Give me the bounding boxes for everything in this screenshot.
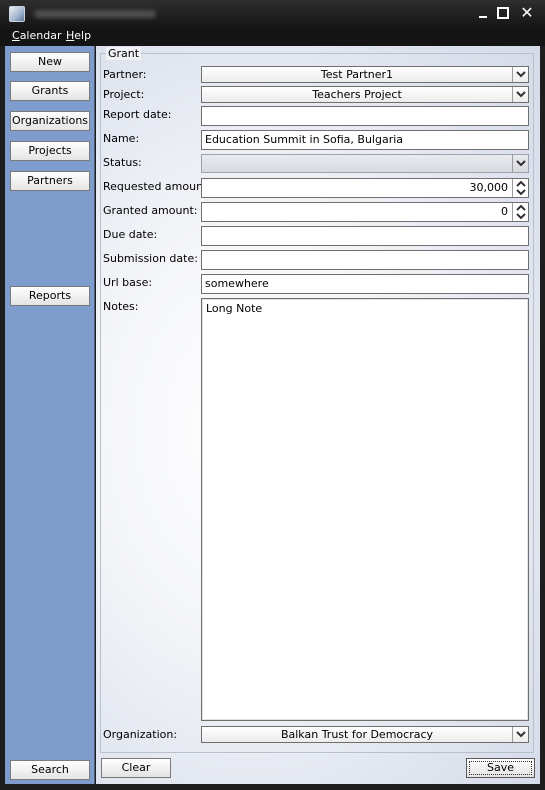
search-button[interactable]: Search [10,760,90,780]
notes-label: Notes: [103,300,139,313]
window-title-obscured [34,10,156,18]
sidebar: New Grants Organizations Projects Partne… [5,46,95,784]
requested-amount-spinner[interactable]: 30,000 [201,178,529,198]
status-label: Status: [103,156,142,169]
chevron-down-icon[interactable] [512,87,528,102]
status-select[interactable] [201,154,529,173]
partner-value: Test Partner1 [320,68,394,81]
sidebar-item-projects[interactable]: Projects [10,141,90,161]
name-field[interactable]: Education Summit in Sofia, Bulgaria [201,130,529,150]
app-icon [9,6,25,22]
submission-date-label: Submission date: [103,252,198,265]
report-date-field[interactable] [201,106,529,126]
spin-up-down-icon[interactable] [512,179,528,197]
sidebar-item-organizations[interactable]: Organizations [10,111,90,131]
project-label: Project: [103,88,145,101]
submission-date-field[interactable] [201,250,529,270]
maximize-icon[interactable] [495,5,511,21]
clear-button[interactable]: Clear [101,758,171,778]
sidebar-item-reports[interactable]: Reports [10,286,90,306]
save-button[interactable]: Save [466,758,535,778]
menu-help[interactable]: Help [66,29,91,42]
organization-value: Balkan Trust for Democracy [280,728,434,741]
spin-up-down-icon[interactable] [512,203,528,221]
report-date-label: Report date: [103,108,172,121]
sidebar-item-grants[interactable]: Grants [10,81,90,101]
partner-select[interactable]: Test Partner1 [201,66,529,83]
partner-label: Partner: [103,68,147,81]
grant-form-panel: Grant Partner: Test Partner1 Project: Te… [96,46,540,784]
menu-calendar[interactable]: Calendar [12,29,61,42]
url-base-label: Url base: [103,276,153,289]
requested-amount-value: 30,000 [469,181,509,194]
minimize-icon[interactable] [475,5,491,21]
organization-select[interactable]: Balkan Trust for Democracy [201,726,529,743]
name-label: Name: [103,132,140,145]
notes-textarea[interactable]: Long Note [201,298,529,721]
chevron-down-icon[interactable] [512,67,528,82]
granted-amount-label: Granted amount: [103,204,198,217]
project-value: Teachers Project [312,88,402,101]
chevron-down-icon[interactable] [512,727,528,742]
granted-amount-spinner[interactable]: 0 [201,202,529,222]
sidebar-item-partners[interactable]: Partners [10,171,90,191]
group-title: Grant [106,47,142,60]
due-date-field[interactable] [201,226,529,246]
granted-amount-value: 0 [501,205,508,218]
due-date-label: Due date: [103,228,158,241]
requested-amount-label: Requested amount: [103,180,212,193]
close-icon[interactable]: ✕ [519,5,535,21]
chevron-down-icon[interactable] [512,155,528,172]
project-select[interactable]: Teachers Project [201,86,529,103]
window-titlebar[interactable]: ✕ [0,0,545,28]
menu-bar: Calendar Help [0,28,545,46]
url-base-field[interactable]: somewhere [201,274,529,294]
organization-label: Organization: [103,728,178,741]
new-button[interactable]: New [10,52,90,72]
